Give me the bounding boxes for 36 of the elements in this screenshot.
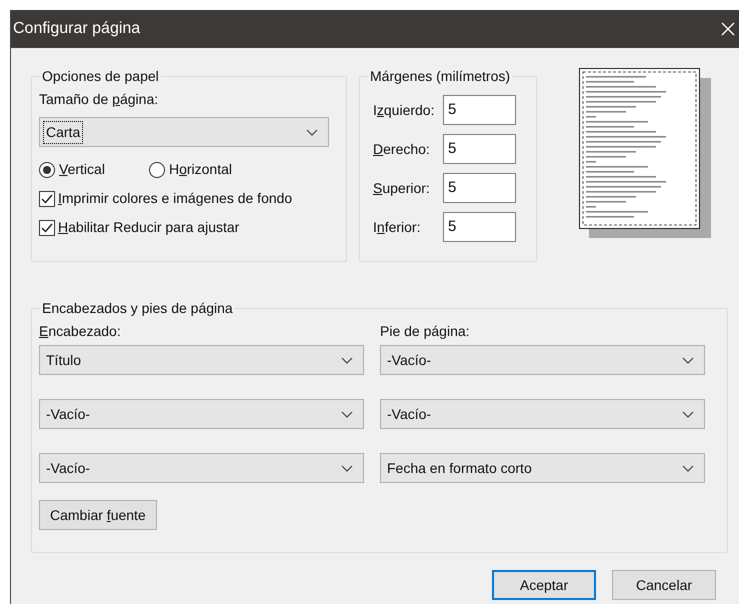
dropdown[interactable]: -Vacío- bbox=[39, 399, 364, 429]
checkbox[interactable]: Habilitar Reducir para ajustar bbox=[39, 217, 346, 238]
dropdown[interactable]: -Vacío- bbox=[380, 345, 705, 375]
check-icon bbox=[41, 194, 53, 204]
field-label: Encabezado: bbox=[39, 322, 122, 341]
field-label: Izquierdo: bbox=[373, 100, 436, 120]
checkbox[interactable]: Imprimir colores e imágenes de fondo bbox=[39, 188, 346, 209]
close-icon[interactable] bbox=[721, 22, 735, 36]
dialog-button[interactable]: Aceptar bbox=[492, 570, 596, 600]
chevron-down-icon bbox=[341, 464, 353, 472]
field-label: Tamaño de página: bbox=[39, 90, 160, 109]
chevron-down-icon bbox=[682, 464, 694, 472]
dropdown[interactable]: Fecha en formato corto bbox=[380, 453, 705, 483]
input-field[interactable]: 5 bbox=[443, 173, 516, 203]
chevron-down-icon bbox=[682, 356, 694, 364]
field-label: Derecho: bbox=[373, 140, 431, 158]
radio-button[interactable]: Horizontal bbox=[148, 159, 232, 180]
chevron-down-icon bbox=[306, 128, 318, 136]
input-field[interactable]: 5 bbox=[443, 134, 516, 164]
chevron-down-icon bbox=[341, 410, 353, 418]
input-field[interactable]: 5 bbox=[443, 95, 516, 125]
field-label: Pie de página: bbox=[380, 322, 471, 341]
change-font-button[interactable]: Cambiar fuente bbox=[39, 500, 157, 530]
check-icon bbox=[41, 222, 53, 232]
window-title: Configurar página bbox=[13, 19, 140, 39]
dialog-button[interactable]: Cancelar bbox=[612, 570, 716, 600]
radio-button[interactable]: Vertical bbox=[39, 159, 105, 180]
dropdown[interactable]: Título bbox=[39, 345, 364, 375]
chevron-down-icon bbox=[341, 356, 353, 364]
input-field[interactable]: 5 bbox=[443, 212, 516, 242]
field-label: Inferior: bbox=[373, 218, 422, 236]
chevron-down-icon bbox=[682, 410, 694, 418]
dropdown[interactable]: -Vacío- bbox=[380, 399, 705, 429]
field-label: Superior: bbox=[373, 178, 431, 198]
dropdown[interactable]: Carta bbox=[39, 117, 329, 147]
dropdown[interactable]: -Vacío- bbox=[39, 453, 364, 483]
